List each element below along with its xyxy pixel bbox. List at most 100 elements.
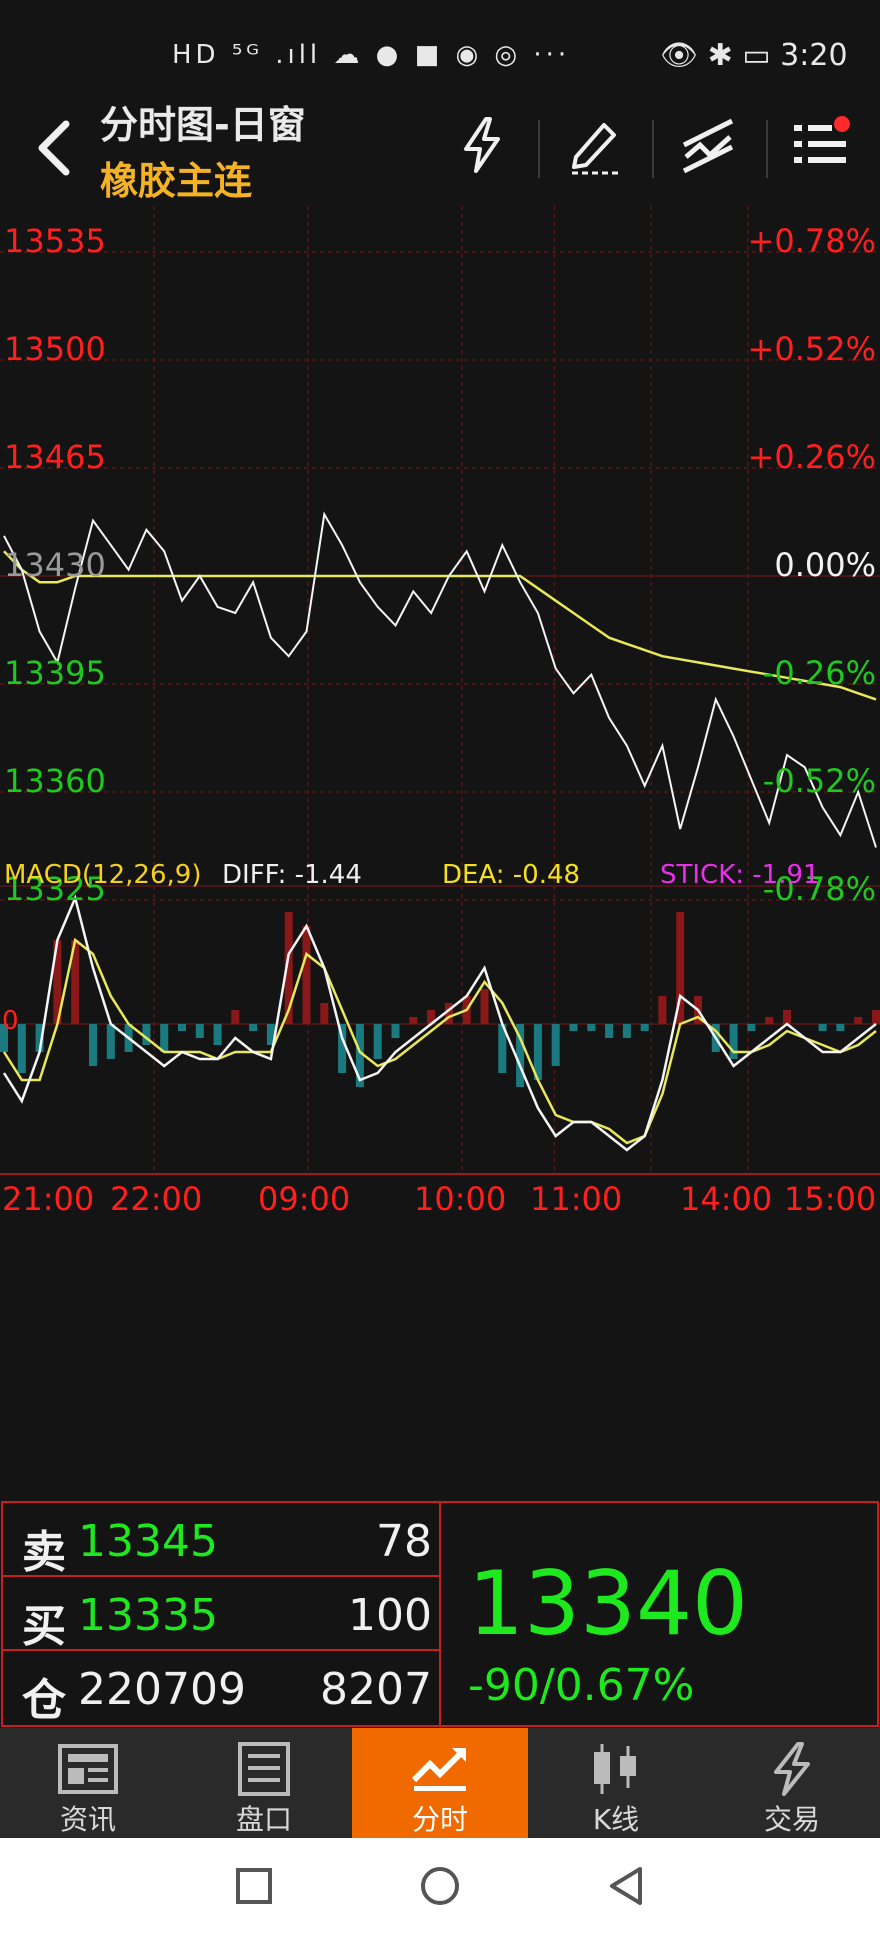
macd-stick-bar: [605, 1024, 614, 1038]
open-interest: 220709: [78, 1664, 246, 1715]
tab-kline[interactable]: K线: [528, 1728, 704, 1838]
tab-label: 资讯: [59, 1803, 116, 1836]
macd-zero: 0: [2, 1006, 19, 1036]
position-label: 仓: [22, 1675, 66, 1726]
macd-stick-bar: [409, 1017, 418, 1024]
divider: [766, 120, 768, 178]
newspaper-icon: [58, 1742, 118, 1796]
macd-stick-bar: [89, 1024, 97, 1066]
time-tick: 15:00: [784, 1180, 877, 1218]
lightning-icon: [762, 1742, 822, 1796]
macd-stick-bar: [640, 1024, 649, 1031]
price-change: -90/0.67%: [468, 1660, 695, 1711]
macd-stick: STICK: -1.91: [660, 860, 820, 890]
price-tick: 13465: [4, 438, 106, 476]
macd-stick-bar: [587, 1024, 596, 1031]
macd-diff: DIFF: -1.44: [222, 860, 362, 890]
candlestick-icon: [586, 1742, 646, 1796]
time-tick: 09:00: [258, 1180, 351, 1218]
price-tick: 13395: [4, 654, 106, 692]
buy-price: 13335: [78, 1590, 218, 1641]
buy-label: 买: [22, 1601, 66, 1652]
quote-panel: 卖 13345 78 买 13335 100 仓 220709 8207 133…: [0, 1500, 880, 1728]
percent-tick: +0.26%: [747, 438, 876, 476]
macd-stick-bar: [551, 1024, 560, 1066]
percent-tick: +0.78%: [747, 222, 876, 260]
price-tick: 13500: [4, 330, 106, 368]
macd-stick-bar: [320, 1003, 329, 1024]
bottom-nav: 资讯 盘口 分时 K线 交易: [0, 1728, 880, 1838]
sell-label: 卖: [22, 1527, 66, 1578]
status-bar: HD ⁵ᴳ .ıll ☁ ● ■ ◉ ◎ ··· 👁 ✱ ▭ 3:20: [0, 0, 880, 108]
tab-label: K线: [592, 1803, 640, 1836]
time-tick: 21:00: [2, 1180, 95, 1218]
intraday-chart[interactable]: 13535 13500 13465 13430 13395 13360 1332…: [0, 206, 880, 1501]
tab-label: 盘口: [235, 1803, 292, 1836]
macd-stick-bar: [658, 996, 667, 1024]
macd-stick-bar: [622, 1024, 631, 1038]
tab-news[interactable]: 资讯: [0, 1728, 176, 1838]
buy-volume: 100: [348, 1590, 432, 1641]
percent-tick: 0.00%: [774, 546, 876, 584]
macd-stick-bar: [569, 1024, 578, 1031]
percent-tick: -0.52%: [762, 762, 876, 800]
lightning-icon[interactable]: [452, 115, 512, 175]
back-nav-icon[interactable]: [608, 1866, 644, 1910]
divider: [652, 120, 654, 178]
macd-stick-bar: [836, 1024, 845, 1031]
sell-volume: 78: [376, 1516, 432, 1567]
macd-stick-bar: [302, 926, 311, 1024]
macd-stick-bar: [249, 1024, 258, 1031]
price-tick: 13535: [4, 222, 106, 260]
price-tick: 13430: [4, 546, 106, 584]
macd-stick-bar: [872, 1010, 880, 1024]
time-tick: 10:00: [414, 1180, 507, 1218]
macd-stick-bar: [160, 1024, 169, 1052]
tab-trade[interactable]: 交易: [704, 1728, 880, 1838]
macd-stick-bar: [195, 1024, 204, 1038]
oi-change: 8207: [320, 1664, 432, 1715]
recents-icon[interactable]: [236, 1868, 272, 1908]
macd-stick-bar: [231, 1010, 240, 1024]
menu-icon[interactable]: [790, 115, 850, 175]
back-icon[interactable]: [30, 118, 80, 178]
macd-stick-bar: [729, 1024, 738, 1059]
macd-dea: DEA: -0.48: [442, 860, 581, 890]
contract-name[interactable]: 橡胶主连: [100, 150, 252, 205]
macd-stick-bar: [854, 1017, 863, 1024]
list-icon: [234, 1742, 294, 1796]
macd-stick-bar: [391, 1024, 400, 1038]
pencil-icon[interactable]: [566, 115, 626, 175]
macd-stick-bar: [17, 1024, 26, 1073]
home-icon[interactable]: [420, 1866, 460, 1910]
drawline-icon[interactable]: [678, 115, 738, 175]
page-title: 分时图-日窗: [100, 103, 306, 147]
percent-tick: +0.52%: [747, 330, 876, 368]
time-tick: 14:00: [680, 1180, 773, 1218]
percent-tick: -0.26%: [762, 654, 876, 692]
macd-stick-bar: [747, 1024, 756, 1031]
divider: [538, 120, 540, 178]
macd-stick-bar: [818, 1024, 827, 1031]
price-tick: 13360: [4, 762, 106, 800]
tab-intraday[interactable]: 分时: [352, 1728, 528, 1838]
time-tick: 11:00: [530, 1180, 623, 1218]
macd-stick-bar: [213, 1024, 222, 1045]
macd-stick-bar: [373, 1024, 382, 1059]
sell-price: 13345: [78, 1516, 218, 1567]
macd-stick-bar: [106, 1024, 115, 1059]
trend-chart-icon: [410, 1742, 470, 1796]
macd-stick-bar: [178, 1024, 186, 1031]
macd-stick-bar: [765, 1017, 774, 1024]
macd-stick-bar: [480, 989, 489, 1024]
status-right: 👁 ✱ ▭ 3:20: [660, 38, 848, 73]
macd-stick-bar: [783, 1010, 791, 1024]
system-nav-bar: [0, 1838, 880, 1936]
status-left-icons: HD ⁵ᴳ .ıll ☁ ● ■ ◉ ◎ ···: [172, 40, 571, 70]
tab-label: 交易: [763, 1803, 820, 1836]
tab-orderbook[interactable]: 盘口: [176, 1728, 352, 1838]
tab-label: 分时: [411, 1803, 468, 1836]
time-tick: 22:00: [110, 1180, 203, 1218]
macd-title: MACD(12,26,9): [4, 860, 202, 890]
last-price: 13340: [468, 1552, 748, 1655]
